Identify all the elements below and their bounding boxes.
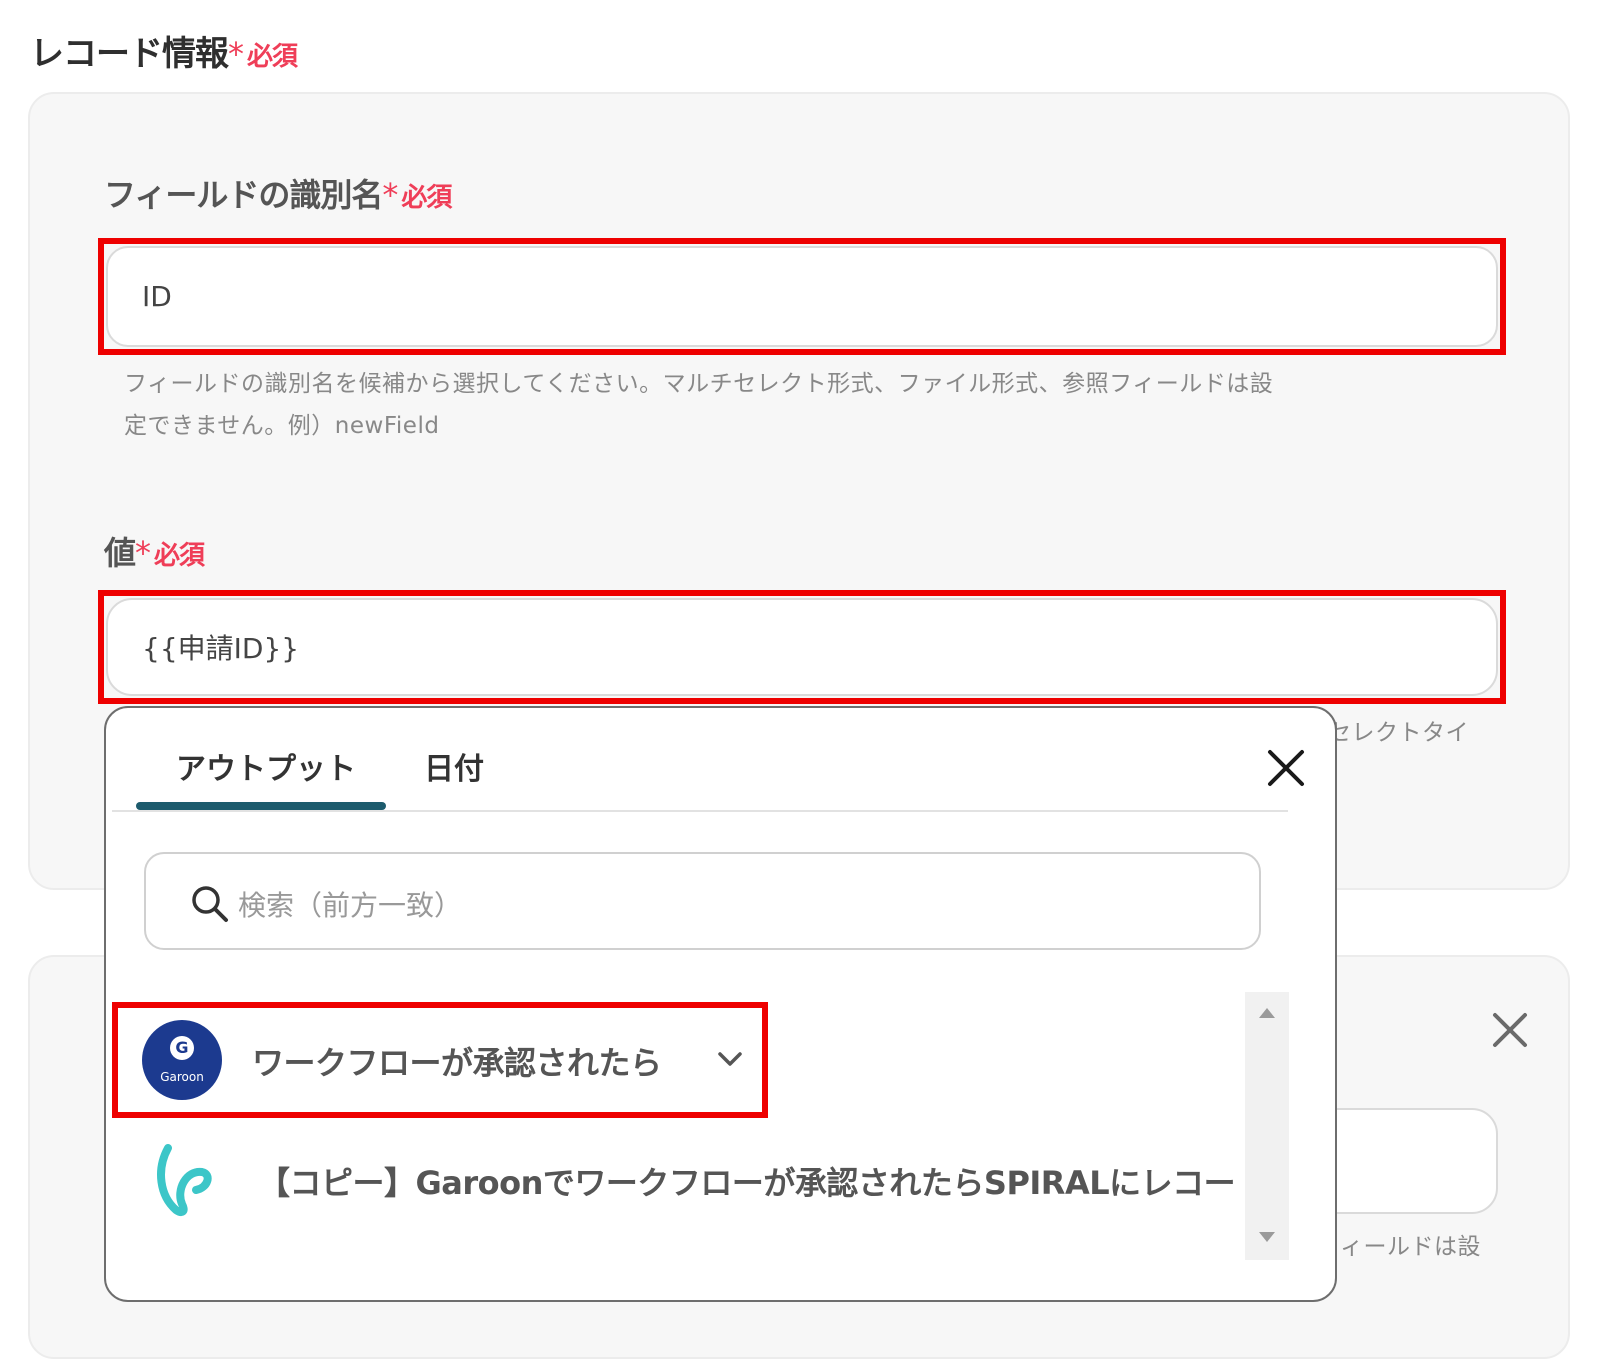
field-identifier-help: フィールドの識別名を候補から選択してください。マルチセレクト形式、ファイル形式、… — [124, 363, 1524, 447]
value-label-text: 値 — [104, 534, 136, 572]
required-badge: * 必須 — [382, 176, 452, 214]
help-partial-text: セレクトタイ — [1328, 720, 1469, 746]
help-line: フィールドの識別名を候補から選択してください。マルチセレクト形式、ファイル形式、… — [124, 371, 1274, 397]
list-item-label: 【コピー】Garoonでワークフローが承認されたらSPIRALにレコー — [258, 1164, 1236, 1202]
list-item-copy-flow[interactable]: 【コピー】Garoonでワークフローが承認されたらSPIRALにレコー — [118, 1128, 1238, 1232]
required-text: 必須 — [401, 183, 452, 213]
value-input-value: {{申請ID}} — [142, 632, 300, 665]
tab-date[interactable]: 日付 — [424, 744, 484, 788]
required-badge: * 必須 — [135, 534, 205, 572]
help-partial-text: ィールドは設 — [1340, 1234, 1481, 1260]
close-icon — [1493, 1013, 1527, 1047]
garoon-g-mark: G — [170, 1036, 194, 1060]
variable-picker-popup: アウトプット 日付 検索（前方一致） G Garoon ワークフローが承認された… — [104, 706, 1337, 1302]
required-star: * — [228, 35, 244, 73]
close-icon — [1268, 750, 1304, 786]
value-help-partial: セレクトタイ — [1328, 712, 1469, 754]
required-star: * — [135, 534, 151, 572]
scroll-up-arrow-icon[interactable] — [1257, 1006, 1277, 1020]
value-label: 値* 必須 — [104, 528, 205, 574]
garoon-logo-text: Garoon — [160, 1070, 204, 1084]
list-scrollbar[interactable] — [1245, 992, 1289, 1260]
list-item-label: ワークフローが承認されたら — [252, 1044, 662, 1082]
remove-field-close-icon[interactable] — [1490, 1010, 1530, 1050]
tab-date-label: 日付 — [424, 752, 484, 787]
section-title-text: レコード情報 — [30, 34, 229, 74]
value-input[interactable]: {{申請ID}} — [106, 598, 1498, 696]
search-placeholder: 検索（前方一致） — [238, 889, 463, 922]
search-input[interactable]: 検索（前方一致） — [144, 852, 1261, 950]
second-help-partial: ィールドは設 — [1340, 1226, 1481, 1268]
garoon-logo-icon: G Garoon — [142, 1020, 222, 1100]
field-identifier-input[interactable]: ID — [106, 246, 1498, 347]
list-item-workflow-approved[interactable]: G Garoon ワークフローが承認されたら — [118, 1008, 762, 1112]
tab-divider — [112, 810, 1288, 812]
tab-output-label: アウトプット — [176, 752, 356, 787]
field-identifier-value: ID — [142, 280, 172, 313]
required-text: 必須 — [154, 541, 205, 571]
scroll-down-arrow-icon[interactable] — [1257, 1230, 1277, 1244]
field-identifier-label: フィールドの識別名* 必須 — [104, 170, 452, 216]
required-text: 必須 — [247, 42, 298, 72]
section-title: レコード情報* 必須 — [30, 26, 298, 75]
help-line: 定できません。例）newField — [124, 413, 440, 439]
popup-close-button[interactable] — [1266, 748, 1306, 788]
required-star: * — [382, 176, 398, 214]
search-icon — [192, 886, 228, 922]
chevron-down-icon — [718, 1052, 742, 1066]
field-identifier-label-text: フィールドの識別名 — [104, 176, 383, 214]
yoom-logo-icon — [157, 1144, 212, 1216]
active-tab-indicator — [136, 802, 386, 810]
tab-output[interactable]: アウトプット — [176, 744, 356, 788]
required-badge: * 必須 — [228, 35, 298, 73]
